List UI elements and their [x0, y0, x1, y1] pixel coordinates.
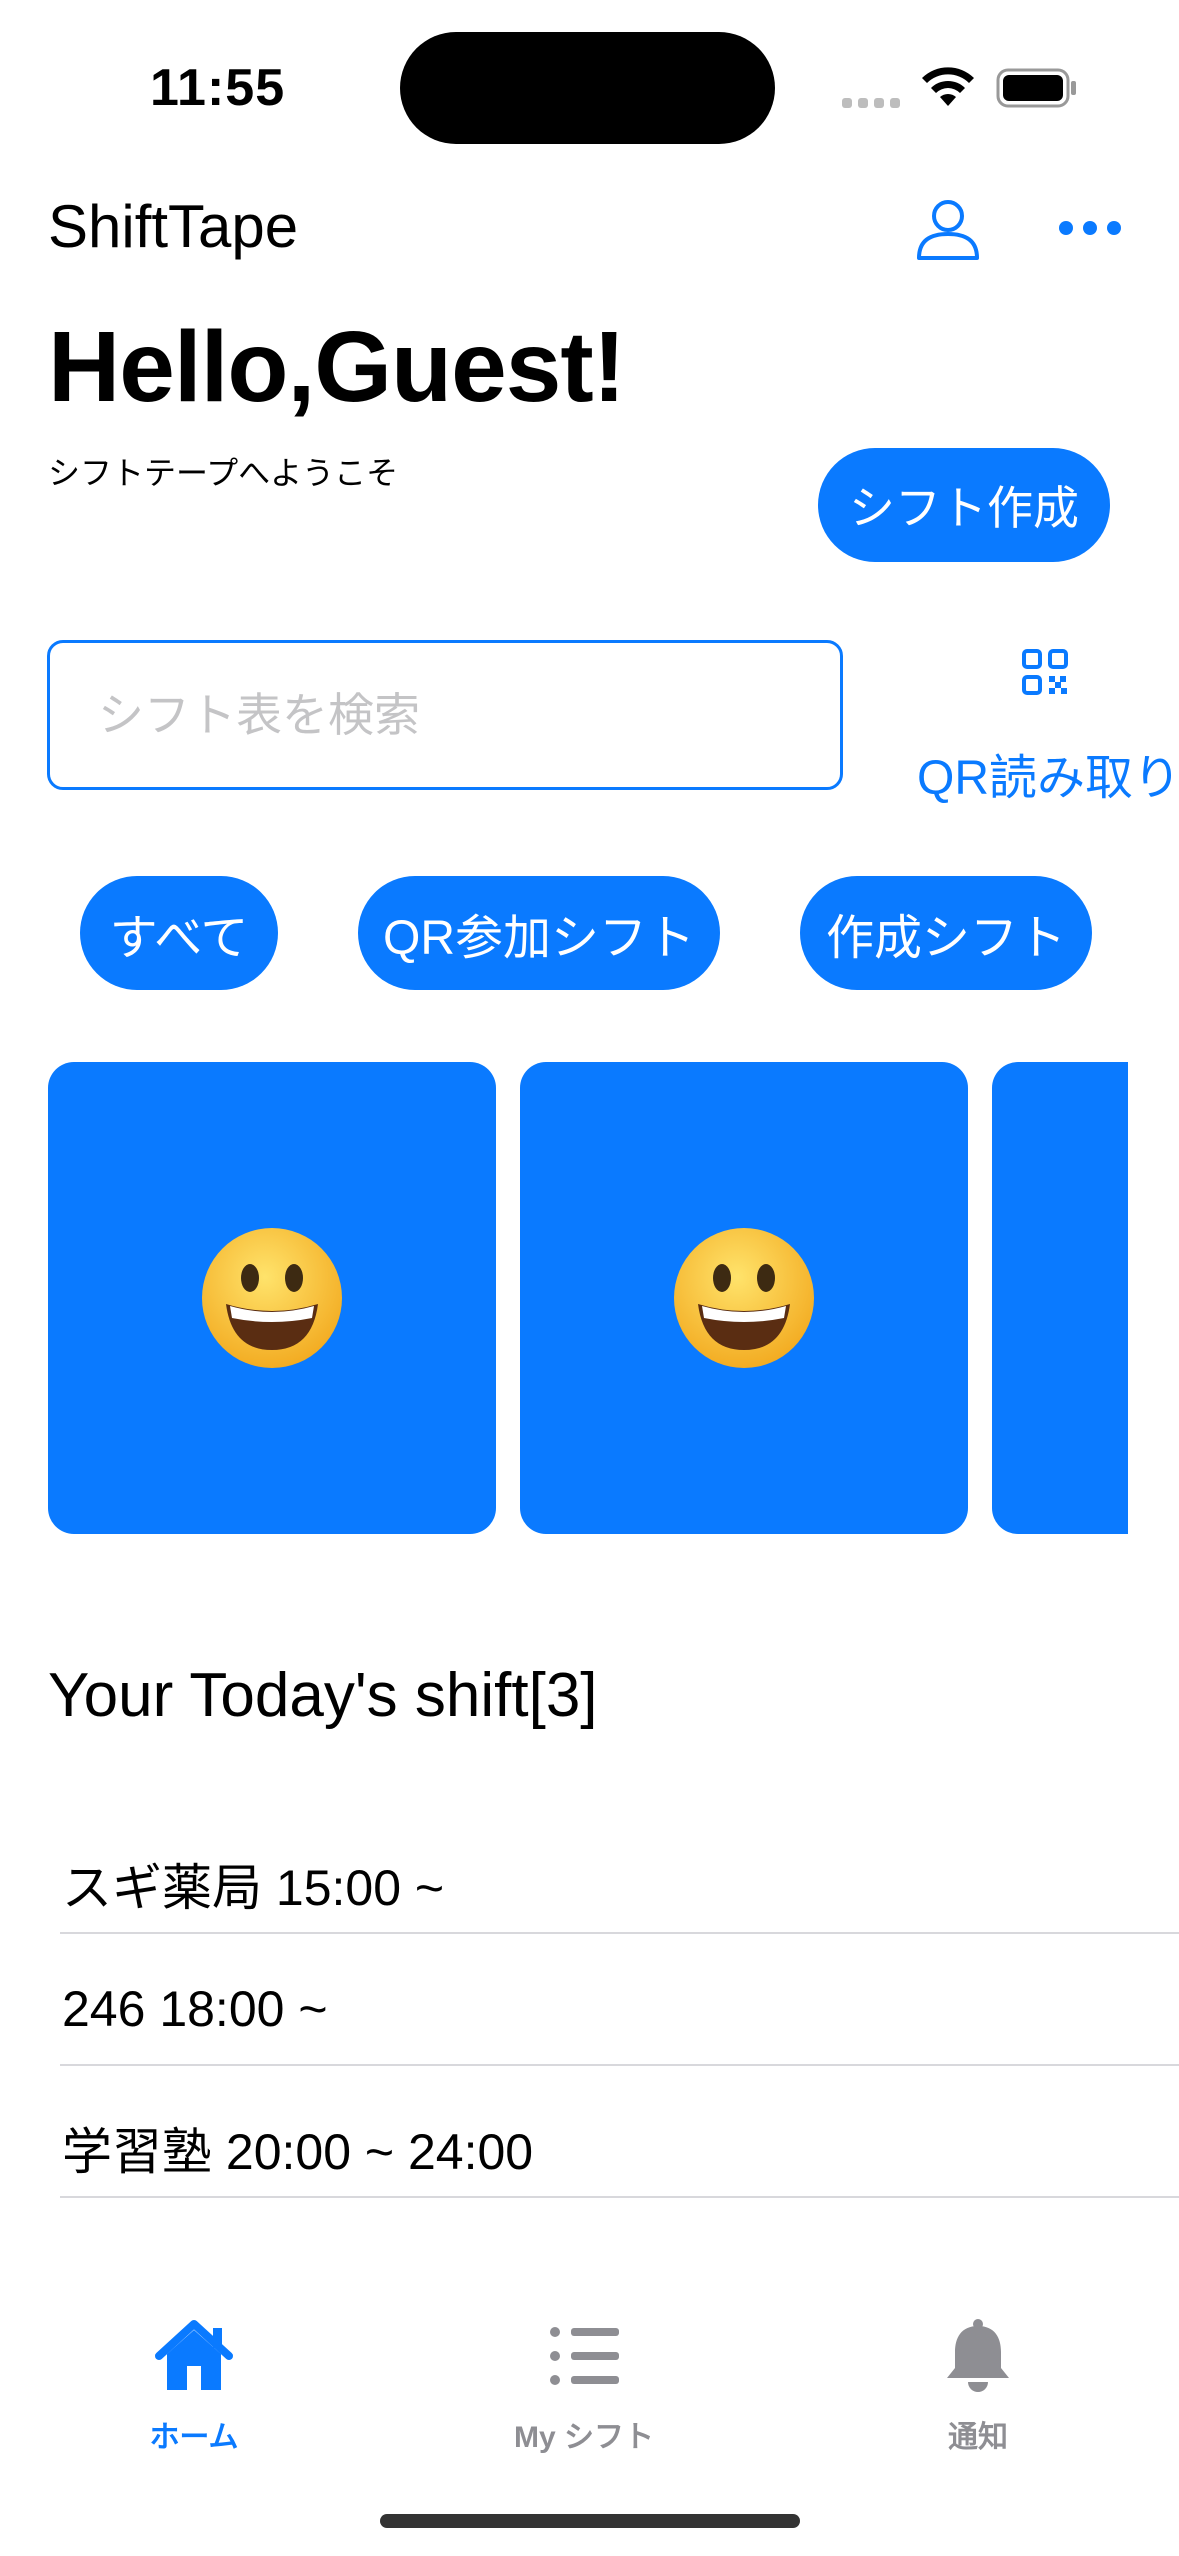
more-options-icon[interactable]	[1058, 218, 1122, 238]
tab-my-shift[interactable]: My シフト	[484, 2318, 684, 2456]
tab-home[interactable]: ホーム	[94, 2318, 294, 2456]
shift-item-text: 学習塾 20:00 ~ 24:00	[62, 2124, 534, 2180]
qr-scan-label[interactable]: QR読み取り	[917, 738, 1179, 808]
welcome-subtitle: シフトテープへようこそ	[48, 455, 399, 491]
list-icon	[550, 2327, 619, 2385]
shift-card[interactable]	[48, 1062, 496, 1534]
shift-item-text: スギ薬局 15:00 ~	[62, 1860, 445, 1916]
wifi-icon	[922, 67, 974, 106]
battery-icon	[996, 68, 1076, 108]
status-time: 11:55	[150, 59, 286, 117]
profile-icon[interactable]	[915, 196, 981, 262]
grinning-face-icon	[674, 1228, 814, 1368]
list-item[interactable]: 246 18:00 ~	[60, 1936, 1179, 2066]
house-icon	[155, 2320, 233, 2390]
tab-my-shift-label: My シフト	[513, 2421, 654, 2454]
shift-item-text: 246 18:00 ~	[62, 1981, 328, 2037]
search-input[interactable]	[47, 640, 843, 790]
dynamic-island	[400, 32, 775, 144]
filter-qr-joined[interactable]: QR参加シフト	[358, 876, 720, 990]
tab-home-label: ホーム	[149, 2421, 239, 2454]
bell-icon	[947, 2319, 1009, 2392]
app-title: ShiftTape	[48, 193, 299, 260]
shift-card[interactable]	[520, 1062, 968, 1534]
shift-card[interactable]	[992, 1062, 1128, 1534]
tab-notifications[interactable]: 通知	[878, 2318, 1078, 2456]
home-indicator[interactable]	[380, 2514, 800, 2528]
filter-all[interactable]: すべて	[80, 876, 278, 990]
tab-notifications-label: 通知	[948, 2421, 1008, 2454]
create-shift-button[interactable]: シフト作成	[818, 448, 1110, 562]
greeting-heading: Hello,Guest!	[48, 311, 626, 423]
list-item[interactable]: スギ薬局 15:00 ~	[60, 1804, 1179, 1934]
filter-created[interactable]: 作成シフト	[800, 876, 1092, 990]
grinning-face-icon	[202, 1228, 342, 1368]
cellular-signal-icon	[842, 92, 902, 108]
today-shift-title: Your Today's shift[3]	[48, 1661, 598, 1730]
list-item[interactable]: 学習塾 20:00 ~ 24:00	[60, 2068, 1179, 2198]
qr-code-icon[interactable]	[1021, 648, 1069, 696]
